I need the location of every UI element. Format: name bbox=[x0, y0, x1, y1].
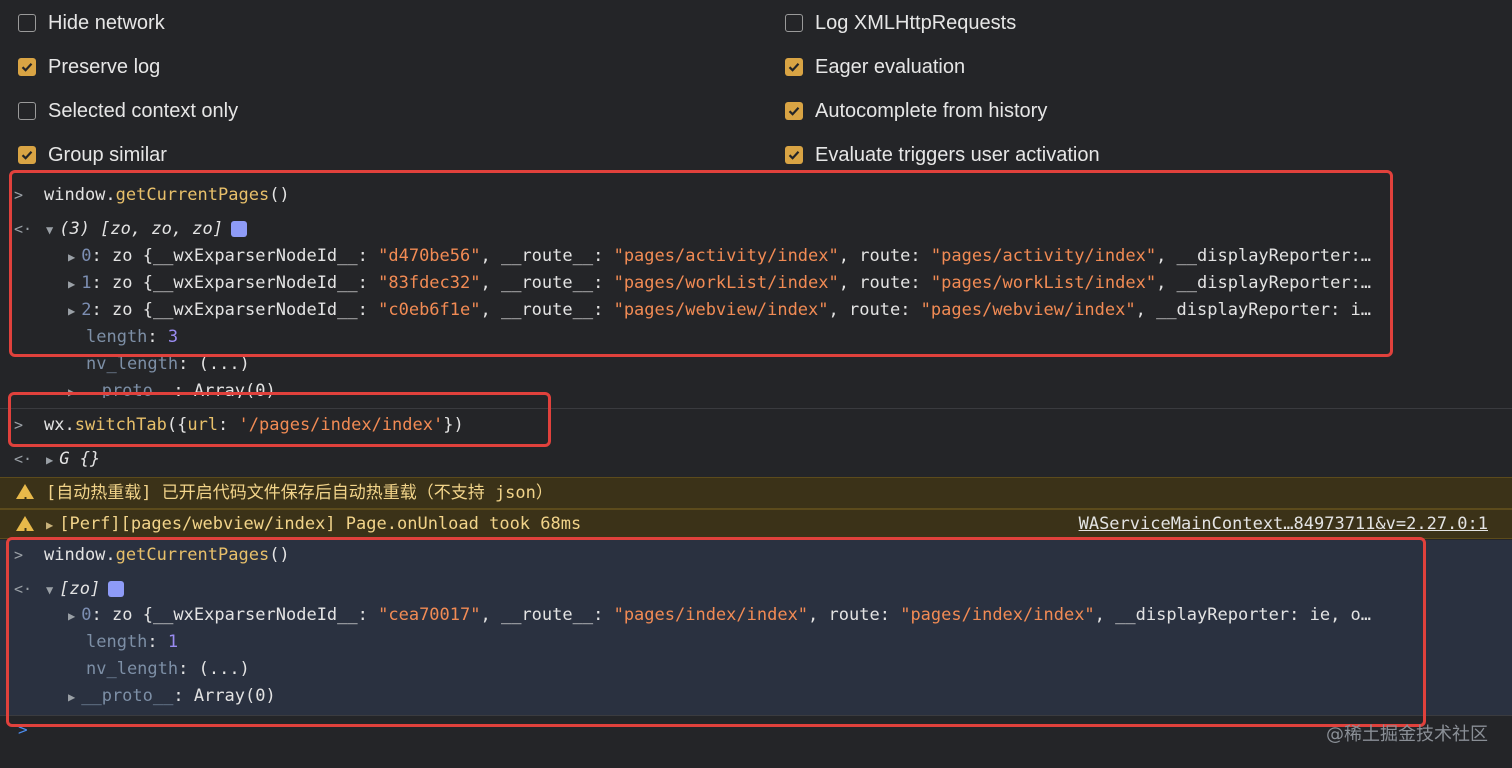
length-property-row: length: 1 bbox=[86, 632, 179, 652]
watermark: @稀土掘金技术社区 bbox=[1326, 724, 1488, 745]
checkbox[interactable] bbox=[18, 14, 36, 32]
selected-context-only-option[interactable]: Selected context only bbox=[18, 96, 238, 126]
nv-length-property-row[interactable]: nv_length: (...) bbox=[0, 351, 1512, 378]
info-badge-icon[interactable] bbox=[231, 221, 247, 237]
result-arrow-icon: <· bbox=[14, 450, 33, 468]
console-output: > window.getCurrentPages() <· ▼ (3) [zo, … bbox=[0, 176, 1512, 768]
warning-icon: ! bbox=[16, 484, 34, 508]
warning-icon: ! bbox=[16, 516, 34, 538]
expand-triangle-icon[interactable]: ▶ bbox=[46, 447, 53, 473]
console-result-row[interactable]: <· ▼ (3) [zo, zo, zo] bbox=[0, 216, 1512, 243]
eager-evaluation-option[interactable]: Eager evaluation bbox=[785, 52, 965, 82]
evaluate-triggers-user-activation-option[interactable]: Evaluate triggers user activation bbox=[785, 140, 1100, 170]
prompt-chevron-icon: > bbox=[14, 416, 24, 434]
object-summary: G {} bbox=[59, 449, 101, 469]
preserve-log-option[interactable]: Preserve log bbox=[18, 52, 160, 82]
option-label: Selected context only bbox=[48, 99, 239, 122]
checkbox[interactable] bbox=[785, 58, 803, 76]
array-summary: [zo] bbox=[59, 579, 101, 599]
expand-triangle-icon[interactable]: ▶ bbox=[68, 379, 75, 398]
console-settings-panel: Hide network Preserve log Selected conte… bbox=[0, 0, 1512, 176]
array-item-row[interactable]: ▶ 1: zo {__wxExparserNodeId__: "83fdec32"… bbox=[0, 270, 1512, 297]
expr-object: window. bbox=[44, 185, 116, 205]
expand-triangle-icon[interactable]: ▶ bbox=[68, 298, 75, 324]
divider bbox=[0, 715, 1512, 716]
console-input-row[interactable]: > window.getCurrentPages() bbox=[0, 182, 1512, 209]
checkbox[interactable] bbox=[18, 146, 36, 164]
nv-length-property-row[interactable]: nv_length: (...) bbox=[0, 656, 1512, 683]
info-badge-icon[interactable] bbox=[108, 581, 125, 597]
autocomplete-from-history-option[interactable]: Autocomplete from history bbox=[785, 96, 1047, 126]
source-link[interactable]: WAServiceMainContext…84973711&v=2.27.0:1 bbox=[1079, 510, 1488, 538]
checkbox[interactable] bbox=[785, 146, 803, 164]
expr-args: () bbox=[269, 185, 290, 205]
log-xmlhttprequests-option[interactable]: Log XMLHttpRequests bbox=[785, 8, 1016, 38]
option-label: Eager evaluation bbox=[815, 55, 966, 78]
divider bbox=[0, 408, 1512, 409]
console-result-row[interactable]: <· ▶ G {} bbox=[0, 446, 1512, 473]
expand-triangle-icon[interactable]: ▶ bbox=[68, 684, 75, 710]
warning-text: [Perf][pages/webview/index] Page.onUnloa… bbox=[59, 514, 582, 534]
checkmark-icon bbox=[21, 63, 33, 72]
checkmark-icon bbox=[21, 151, 33, 160]
hide-network-option[interactable]: Hide network bbox=[18, 8, 165, 38]
prompt-chevron-icon: > bbox=[14, 186, 24, 204]
checkmark-icon bbox=[788, 107, 800, 116]
console-input-row[interactable]: > wx.switchTab({url: '/pages/index/index… bbox=[0, 412, 1512, 439]
warning-message-row[interactable]: ! ▶ [Perf][pages/webview/index] Page.onUn… bbox=[0, 509, 1512, 539]
result-arrow-icon: <· bbox=[14, 580, 33, 598]
expand-triangle-icon[interactable]: ▶ bbox=[68, 271, 75, 297]
option-label: Group similar bbox=[48, 143, 167, 166]
expr-method: getCurrentPages bbox=[115, 185, 270, 205]
expand-triangle-icon[interactable]: ▶ bbox=[68, 244, 75, 270]
expand-triangle-icon[interactable]: ▶ bbox=[46, 511, 53, 538]
group-similar-option[interactable]: Group similar bbox=[18, 140, 167, 170]
option-label: Preserve log bbox=[48, 55, 161, 78]
console-prompt-caret-icon[interactable]: > bbox=[18, 720, 28, 739]
console-input-row[interactable]: > window.getCurrentPages() bbox=[0, 542, 1512, 569]
option-label: Evaluate triggers user activation bbox=[815, 143, 1100, 166]
expand-triangle-icon[interactable]: ▼ bbox=[46, 217, 53, 243]
checkbox[interactable] bbox=[785, 102, 803, 120]
array-item-row[interactable]: ▶ 0: zo {__wxExparserNodeId__: "cea70017"… bbox=[0, 602, 1512, 629]
option-label: Autocomplete from history bbox=[815, 99, 1048, 122]
array-summary: (3) [zo, zo, zo] bbox=[59, 219, 223, 239]
expand-triangle-icon[interactable]: ▼ bbox=[46, 577, 53, 603]
result-arrow-icon: <· bbox=[14, 220, 33, 238]
checkbox[interactable] bbox=[785, 14, 803, 32]
proto-property-row[interactable]: ▶ __proto__: Array(0) bbox=[0, 378, 1512, 398]
length-property-row: length: 3 bbox=[86, 327, 179, 347]
expand-triangle-icon[interactable]: ▶ bbox=[68, 603, 75, 629]
warning-message-row: ! [自动热重载] 已开启代码文件保存后自动热重载（不支持 json） bbox=[0, 477, 1512, 509]
checkbox[interactable] bbox=[18, 102, 36, 120]
checkbox[interactable] bbox=[18, 58, 36, 76]
proto-property-row[interactable]: ▶ __proto__: Array(0) bbox=[0, 683, 1512, 710]
array-item-row[interactable]: ▶ 2: zo {__wxExparserNodeId__: "c0eb6f1e"… bbox=[0, 297, 1512, 324]
option-label: Hide network bbox=[48, 11, 165, 34]
option-label: Log XMLHttpRequests bbox=[815, 11, 1017, 34]
checkmark-icon bbox=[788, 151, 800, 160]
checkmark-icon bbox=[788, 63, 800, 72]
prompt-chevron-icon: > bbox=[14, 546, 24, 564]
warning-text: [自动热重载] 已开启代码文件保存后自动热重载（不支持 json） bbox=[46, 483, 553, 503]
console-result-row[interactable]: <· ▼ [zo] bbox=[0, 576, 1512, 603]
array-item-row[interactable]: ▶ 0: zo {__wxExparserNodeId__: "d470be56"… bbox=[0, 243, 1512, 270]
